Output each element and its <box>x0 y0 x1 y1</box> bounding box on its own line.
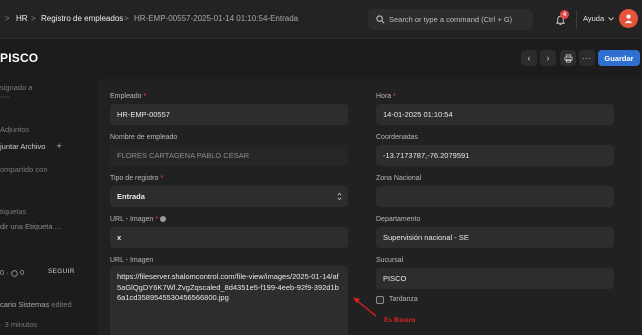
annotation-text: Es Rostro <box>384 315 416 324</box>
annotation-arrow <box>353 297 377 317</box>
